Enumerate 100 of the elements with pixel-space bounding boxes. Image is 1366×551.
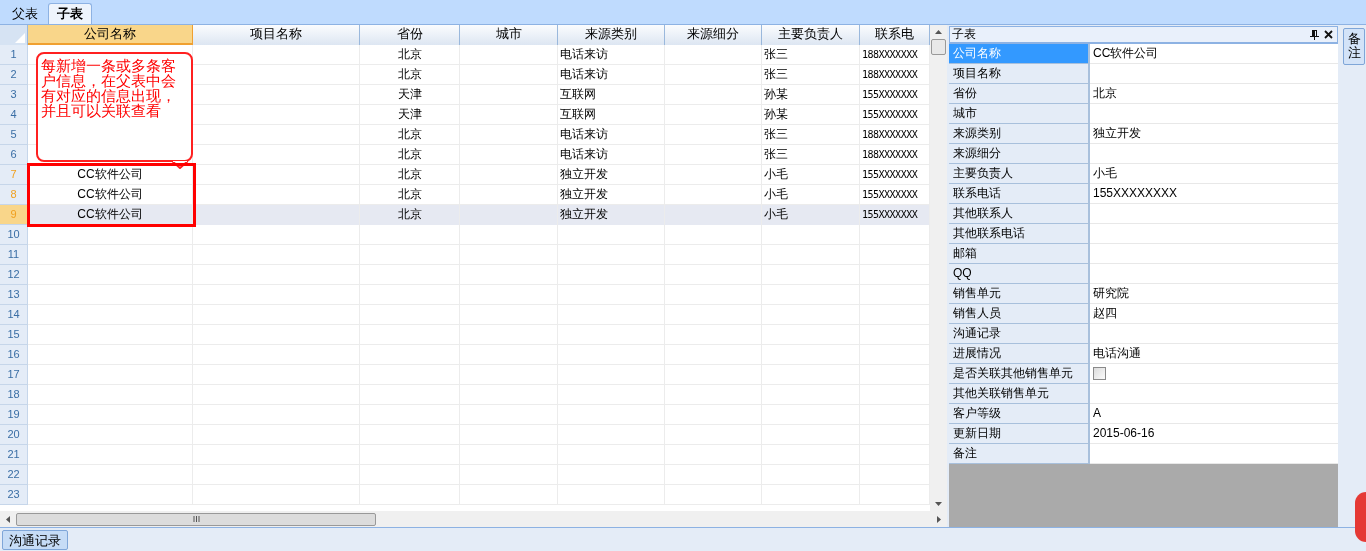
column-header[interactable]: 来源类别	[558, 25, 665, 45]
table-cell: 小毛	[762, 205, 860, 225]
property-value: 小毛	[1093, 165, 1117, 182]
row-number: 7	[0, 165, 28, 185]
side-tab[interactable]: 备注	[1343, 28, 1365, 65]
property-label[interactable]: 项目名称	[949, 64, 1090, 84]
bottom-tab[interactable]: 沟通记录	[2, 529, 68, 550]
property-label[interactable]: 销售人员	[949, 304, 1090, 324]
table-cell: 155XXXXXXX	[860, 205, 930, 225]
row-number: 22	[0, 465, 28, 485]
row-number: 8	[0, 185, 28, 205]
table-cell: CC软件公司	[28, 205, 193, 225]
table-cell: 电话来访	[558, 145, 665, 165]
property-value: 赵四	[1093, 305, 1117, 322]
row-number: 14	[0, 305, 28, 325]
property-label[interactable]: 备注	[949, 444, 1090, 464]
column-header[interactable]: 城市	[460, 25, 558, 45]
floating-action-button[interactable]	[1355, 492, 1366, 542]
column-header[interactable]: 省份	[360, 25, 460, 45]
row-number: 20	[0, 425, 28, 445]
property-label[interactable]: 销售单元	[949, 284, 1090, 304]
horizontal-scrollbar[interactable]	[0, 511, 947, 527]
table-cell: 张三	[762, 125, 860, 145]
table-cell: 北京	[360, 205, 460, 225]
property-label[interactable]: QQ	[949, 264, 1090, 284]
row-number: 13	[0, 285, 28, 305]
property-label[interactable]: 进展情况	[949, 344, 1090, 364]
row-number: 11	[0, 245, 28, 265]
property-label[interactable]: 沟通记录	[949, 324, 1090, 344]
table-cell: 北京	[360, 45, 460, 65]
table-cell: 天津	[360, 105, 460, 125]
table-cell: 张三	[762, 65, 860, 85]
property-value: 电话沟通	[1093, 345, 1141, 362]
row-number: 10	[0, 225, 28, 245]
table-cell: 孙某	[762, 105, 860, 125]
column-header[interactable]: 项目名称	[193, 25, 360, 45]
row-number: 19	[0, 405, 28, 425]
column-header[interactable]: 联系电	[860, 25, 930, 45]
close-icon[interactable]	[1324, 30, 1333, 39]
property-label[interactable]: 来源细分	[949, 144, 1090, 164]
table-cell: 互联网	[558, 85, 665, 105]
row-number: 4	[0, 105, 28, 125]
property-label[interactable]: 省份	[949, 84, 1090, 104]
table-cell: 电话来访	[558, 65, 665, 85]
grip-icon	[192, 516, 200, 522]
property-value: 独立开发	[1093, 125, 1141, 142]
row-number: 9	[0, 205, 28, 225]
table-cell: 独立开发	[558, 165, 665, 185]
table-cell: 北京	[360, 145, 460, 165]
row-number: 21	[0, 445, 28, 465]
scroll-thumb[interactable]	[16, 512, 376, 526]
scroll-right-icon[interactable]	[937, 515, 941, 523]
row-number: 23	[0, 485, 28, 505]
row-number: 1	[0, 45, 28, 65]
property-value: 2015-06-16	[1093, 425, 1155, 442]
checkbox[interactable]	[1093, 367, 1106, 380]
table-cell: 电话来访	[558, 125, 665, 145]
table-cell: 北京	[360, 65, 460, 85]
scroll-thumb[interactable]	[931, 39, 946, 55]
property-label[interactable]: 是否关联其他销售单元	[949, 364, 1090, 384]
pin-icon[interactable]	[1310, 29, 1319, 40]
row-number: 3	[0, 85, 28, 105]
tab[interactable]: 子表	[48, 3, 92, 24]
table-cell: 张三	[762, 145, 860, 165]
property-value: 研究院	[1093, 285, 1129, 302]
property-value: 北京	[1093, 85, 1117, 102]
row-number: 2	[0, 65, 28, 85]
column-header[interactable]: 主要负责人	[762, 25, 860, 45]
property-label[interactable]: 其他联系人	[949, 204, 1090, 224]
vertical-scrollbar[interactable]	[930, 25, 947, 511]
scroll-down-icon[interactable]	[935, 502, 942, 506]
property-label[interactable]: 客户等级	[949, 404, 1090, 424]
table-cell: 独立开发	[558, 205, 665, 225]
column-header[interactable]: 公司名称	[28, 25, 193, 45]
column-header[interactable]: 来源细分	[665, 25, 762, 45]
row-number: 18	[0, 385, 28, 405]
row-number: 16	[0, 345, 28, 365]
panel-title: 子表	[952, 27, 977, 42]
property-label[interactable]: 来源类别	[949, 124, 1090, 144]
property-label[interactable]: 其他联系电话	[949, 224, 1090, 244]
property-value: A	[1093, 405, 1101, 422]
table-cell: 互联网	[558, 105, 665, 125]
property-label[interactable]: 更新日期	[949, 424, 1090, 444]
property-value: 155XXXXXXXX	[1093, 185, 1178, 202]
row-number: 6	[0, 145, 28, 165]
row-number: 12	[0, 265, 28, 285]
table-cell: 北京	[360, 165, 460, 185]
row-number: 15	[0, 325, 28, 345]
callout-text: 每新增一条或多条客户信息，在父表中会有对应的信息出现，并且可以关联查看	[40, 56, 177, 118]
table-cell: 北京	[360, 125, 460, 145]
scroll-up-icon[interactable]	[935, 30, 942, 34]
property-label[interactable]: 主要负责人	[949, 164, 1090, 184]
property-label[interactable]: 其他关联销售单元	[949, 384, 1090, 404]
property-label[interactable]: 邮箱	[949, 244, 1090, 264]
row-number: 17	[0, 365, 28, 385]
property-value: CC软件公司	[1093, 45, 1159, 62]
tab[interactable]: 父表	[4, 3, 46, 24]
scroll-left-icon[interactable]	[6, 515, 10, 523]
property-label[interactable]: 城市	[949, 104, 1090, 124]
property-label[interactable]: 联系电话	[949, 184, 1090, 204]
